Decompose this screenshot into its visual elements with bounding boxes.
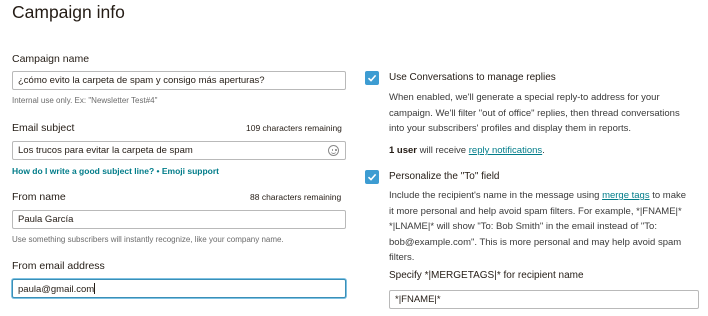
- personalize-desc-line: *|LNAME|* will show "To: Bob Smith" in t…: [389, 221, 657, 232]
- email-subject-value: Los trucos para evitar la carpeta de spa…: [18, 145, 193, 156]
- email-subject-remaining: 109 characters remaining: [246, 123, 342, 133]
- conversations-checkbox[interactable]: [365, 71, 379, 85]
- conversations-desc-line: into your subscribers' profiles and disp…: [389, 123, 632, 134]
- user-text: will receive: [417, 145, 469, 156]
- personalize-checkbox[interactable]: [365, 170, 379, 184]
- email-subject-input[interactable]: Los trucos para evitar la carpeta de spa…: [12, 141, 346, 160]
- merge-tag-value: *|FNAME|*: [395, 294, 441, 305]
- personalize-desc-line: it more personal and help avoid spam fil…: [389, 205, 682, 217]
- specify-merge-tags-label: Specify *|MERGETAGS|* for recipient name: [389, 270, 584, 281]
- personalize-desc-line: filters.: [389, 252, 415, 263]
- campaign-name-label: Campaign name: [12, 53, 90, 65]
- personalize-description: Include the recipient's name in the mess…: [389, 188, 701, 266]
- personalize-label: Personalize the "To" field: [389, 171, 500, 182]
- subject-help-link[interactable]: How do I write a good subject line?: [12, 166, 154, 176]
- from-name-remaining: 88 characters remaining: [250, 192, 342, 202]
- personalize-desc-line: bob@example.com". This is more personal …: [389, 236, 682, 248]
- from-email-value: paula@gmail.com: [18, 284, 95, 295]
- personalize-desc-line: Include the recipient's name in the mess…: [389, 190, 687, 201]
- merge-tags-link[interactable]: merge tags: [602, 190, 650, 201]
- merge-tag-input[interactable]: *|FNAME|*: [389, 290, 699, 309]
- campaign-name-value: ¿cómo evito la carpeta de spam y consigo…: [18, 75, 265, 86]
- conversations-desc-line: When enabled, we'll generate a special r…: [389, 92, 660, 103]
- reply-notifications-link[interactable]: reply notifications: [469, 145, 542, 156]
- from-name-input[interactable]: Paula García: [12, 210, 346, 229]
- conversations-label: Use Conversations to manage replies: [389, 72, 556, 83]
- from-email-label: From email address: [12, 260, 105, 272]
- campaign-name-help: Internal use only. Ex: "Newsletter Test#…: [12, 96, 158, 105]
- page-title: Campaign info: [12, 2, 125, 22]
- from-name-value: Paula García: [18, 214, 74, 225]
- from-email-input[interactable]: paula@gmail.com: [12, 279, 346, 298]
- text-caret: [94, 283, 96, 294]
- conversations-desc-line: campaign. We'll filter "out of office" r…: [389, 107, 680, 119]
- from-name-help: Use something subscribers will instantly…: [12, 235, 284, 244]
- user-end: .: [542, 145, 545, 156]
- reply-notifications-line: 1 user will receive reply notifications.: [389, 143, 701, 159]
- check-icon: [367, 173, 377, 181]
- user-count: 1 user: [389, 145, 417, 156]
- email-subject-links: How do I write a good subject line? • Em…: [12, 166, 219, 176]
- check-icon: [367, 74, 377, 82]
- email-subject-label: Email subject: [12, 122, 75, 134]
- emoji-support-link[interactable]: Emoji support: [162, 166, 219, 176]
- from-name-label: From name: [12, 191, 66, 203]
- link-separator: •: [154, 166, 162, 176]
- campaign-name-input[interactable]: ¿cómo evito la carpeta de spam y consigo…: [12, 71, 346, 90]
- emoji-icon[interactable]: [328, 145, 339, 156]
- conversations-description: When enabled, we'll generate a special r…: [389, 90, 701, 137]
